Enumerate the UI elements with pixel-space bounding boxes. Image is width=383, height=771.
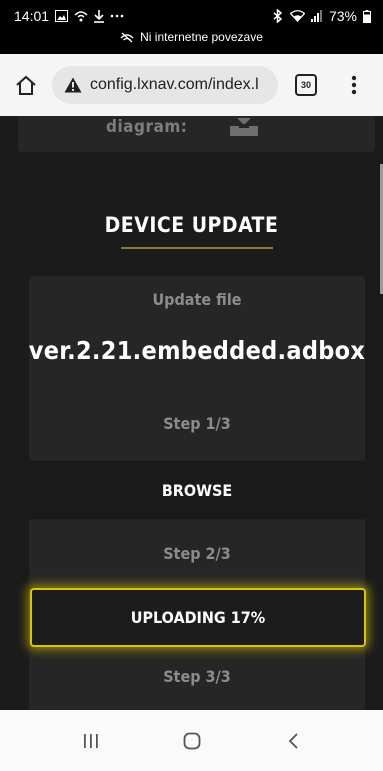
download-icon — [94, 9, 105, 23]
diagram-label: diagram: — [106, 117, 188, 137]
wifi-calling-icon — [74, 10, 88, 22]
wifi-icon — [289, 10, 305, 22]
status-right: 73% — [272, 8, 371, 24]
gallery-icon — [55, 10, 69, 22]
update-filename: ver.2.21.embedded.adbox — [28, 336, 366, 365]
upload-button[interactable]: UPLOADING 17% — [30, 588, 366, 647]
home-nav-icon — [183, 732, 200, 749]
status-bar: 14:01 73% Ni internetne povezave — [0, 0, 383, 54]
section-title: DEVICE UPDATE — [104, 213, 279, 237]
recent-apps-button[interactable] — [61, 721, 121, 761]
home-button[interactable] — [0, 54, 52, 116]
diagram-card: diagram: — [18, 116, 375, 152]
back-button[interactable] — [263, 721, 323, 761]
status-left: 14:01 — [14, 8, 124, 24]
warning-icon[interactable] — [64, 77, 82, 93]
step-3-label: Step 3/3 — [163, 667, 231, 686]
page-content: diagram: DEVICE UPDATE Update file ver.2… — [0, 116, 383, 710]
connection-notice-text: Ni internetne povezave — [140, 30, 263, 44]
signal-icon — [310, 10, 323, 22]
more-vert-icon — [351, 75, 357, 95]
connection-notice: Ni internetne povezave — [0, 30, 383, 44]
status-row: 14:01 73% — [14, 6, 371, 26]
recent-apps-icon — [83, 733, 98, 748]
browser-toolbar: config.lxnav.com/index.l 30 — [0, 54, 383, 116]
download-diagram-icon[interactable] — [228, 118, 260, 140]
update-card: Update file ver.2.21.embedded.adbox Step… — [29, 276, 366, 710]
more-notifications-icon — [110, 14, 124, 18]
update-file-label: Update file — [152, 290, 242, 309]
battery-percent: 73% — [328, 8, 357, 24]
home-icon — [16, 75, 36, 95]
no-connection-icon — [120, 32, 134, 43]
home-nav-button[interactable] — [162, 721, 222, 761]
tabs-button[interactable]: 30 — [278, 54, 334, 116]
menu-button[interactable] — [334, 54, 374, 116]
back-icon — [288, 732, 298, 749]
url-text[interactable]: config.lxnav.com/index.l — [90, 76, 259, 94]
address-bar[interactable]: config.lxnav.com/index.l — [52, 66, 278, 104]
bluetooth-icon — [272, 9, 284, 23]
status-time: 14:01 — [14, 8, 50, 24]
battery-icon — [363, 9, 371, 23]
browse-button[interactable]: BROWSE — [29, 460, 365, 520]
tab-count: 30 — [295, 74, 317, 96]
step-2-label: Step 2/3 — [163, 544, 231, 563]
title-underline — [121, 247, 273, 249]
system-nav-bar — [0, 710, 383, 771]
step-1-label: Step 1/3 — [163, 414, 231, 433]
